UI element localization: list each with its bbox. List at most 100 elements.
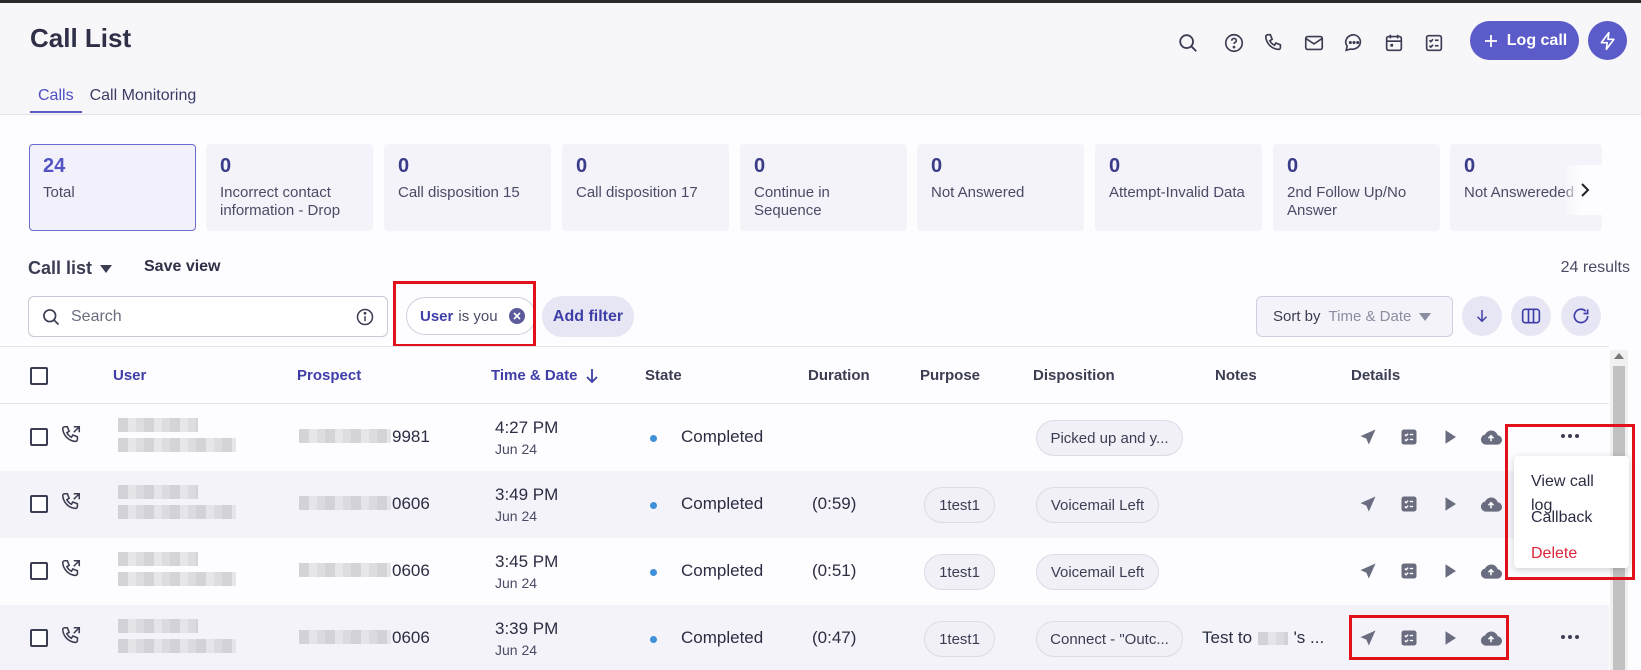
redacted-user-name [118, 418, 198, 432]
send-icon[interactable] [1356, 626, 1380, 650]
plus-icon [1484, 34, 1497, 47]
stats-next-button[interactable] [1565, 165, 1605, 215]
column-header-duration[interactable]: Duration [808, 367, 870, 384]
column-header-prospect[interactable]: Prospect [297, 367, 361, 384]
search-icon [43, 308, 60, 325]
row-checkbox[interactable] [30, 428, 48, 446]
column-header-details[interactable]: Details [1351, 367, 1400, 384]
stat-count: 0 [931, 155, 943, 177]
state-dot [650, 502, 657, 509]
menu-item-view-call-log[interactable]: View call log [1514, 464, 1629, 514]
tab-call-monitoring[interactable]: Call Monitoring [82, 85, 205, 113]
disposition-pill: Connect - "Outc... [1036, 621, 1183, 657]
row-context-menu: View call log Callback Delete [1514, 456, 1629, 568]
search-input[interactable] [71, 307, 341, 326]
sort-direction-button[interactable] [1462, 296, 1502, 336]
task-icon[interactable] [1397, 492, 1421, 516]
column-header-purpose[interactable]: Purpose [920, 367, 980, 384]
stat-tile[interactable]: 0 Not Answered [917, 144, 1084, 231]
stat-tile[interactable]: 0 Continue in Sequence [740, 144, 907, 231]
play-icon[interactable] [1438, 492, 1462, 516]
call-list-selector[interactable]: Call list [28, 258, 113, 279]
chevron-right-icon [1581, 183, 1590, 197]
row-checkbox[interactable] [30, 495, 48, 513]
caret-down-icon [100, 264, 113, 273]
stat-tile[interactable]: 0 Call disposition 15 [384, 144, 551, 231]
stat-label: Continue in Sequence [754, 184, 830, 219]
send-icon[interactable] [1356, 425, 1380, 449]
outbound-call-icon [60, 424, 82, 446]
cloud-upload-icon[interactable] [1479, 626, 1503, 650]
table-row[interactable]: 0606 3:45 PM Jun 24 Completed (0:51) 1te… [0, 538, 1609, 605]
quick-actions-button[interactable] [1588, 21, 1627, 60]
redacted-prospect [299, 630, 391, 644]
disposition-pill: Voicemail Left [1036, 487, 1159, 523]
menu-item-delete[interactable]: Delete [1514, 536, 1629, 572]
column-header-disposition[interactable]: Disposition [1033, 367, 1115, 384]
stat-count: 0 [1287, 155, 1299, 177]
task-icon[interactable] [1397, 626, 1421, 650]
column-header-time-date[interactable]: Time & Date [491, 367, 599, 384]
task-icon[interactable] [1397, 559, 1421, 583]
prospect-number[interactable]: 9981 [392, 427, 430, 447]
send-icon[interactable] [1356, 559, 1380, 583]
play-icon[interactable] [1438, 559, 1462, 583]
stat-label: Total [43, 184, 75, 201]
call-duration: (0:51) [812, 561, 857, 580]
play-icon[interactable] [1438, 626, 1462, 650]
prospect-number[interactable]: 0606 [392, 628, 430, 648]
refresh-button[interactable] [1561, 296, 1601, 336]
cloud-upload-icon[interactable] [1479, 425, 1503, 449]
calendar-icon[interactable] [1374, 27, 1414, 59]
sort-dropdown[interactable]: Sort by Time & Date [1256, 296, 1453, 337]
stat-label: Attempt-Invalid Data [1109, 184, 1245, 201]
row-checkbox[interactable] [30, 562, 48, 580]
stat-tile-total[interactable]: 24 Total [29, 144, 196, 231]
table-row[interactable]: 0606 3:49 PM Jun 24 Completed (0:59) 1te… [0, 471, 1609, 538]
info-icon[interactable] [355, 307, 375, 327]
table-row[interactable]: 9981 4:27 PM Jun 24 Completed Picked up … [0, 404, 1609, 471]
play-icon[interactable] [1438, 425, 1462, 449]
scroll-up-arrow[interactable] [1614, 353, 1624, 359]
remove-filter-icon[interactable] [508, 308, 525, 324]
row-more-button[interactable] [1556, 625, 1584, 649]
select-all-checkbox[interactable] [30, 367, 48, 385]
stat-label: Call disposition 15 [398, 184, 520, 201]
help-icon[interactable] [1214, 27, 1254, 59]
redacted-prospect [299, 429, 391, 443]
results-count: 24 results [1560, 259, 1630, 276]
send-icon[interactable] [1356, 492, 1380, 516]
chat-icon[interactable] [1334, 27, 1374, 59]
cloud-upload-icon[interactable] [1479, 492, 1503, 516]
search-icon[interactable] [1168, 27, 1208, 59]
stat-tile[interactable]: 0 2nd Follow Up/No Answer [1273, 144, 1440, 231]
filter-chip-user[interactable]: User is you [406, 297, 536, 335]
call-date: Jun 24 [495, 575, 538, 591]
state-dot [650, 435, 657, 442]
row-checkbox[interactable] [30, 629, 48, 647]
column-header-notes[interactable]: Notes [1215, 367, 1257, 384]
stat-tile[interactable]: 0 Attempt-Invalid Data [1095, 144, 1262, 231]
lightning-icon [1600, 31, 1615, 50]
mail-icon[interactable] [1294, 27, 1334, 59]
log-call-button[interactable]: Log call [1470, 21, 1579, 60]
stat-tile[interactable]: 0 Incorrect contact information - Drop [206, 144, 373, 231]
purpose-pill: 1test1 [924, 554, 995, 590]
add-filter-button[interactable]: Add filter [542, 296, 634, 337]
task-list-icon[interactable] [1414, 27, 1454, 59]
prospect-number[interactable]: 0606 [392, 561, 430, 581]
stat-tile[interactable]: 0 Call disposition 17 [562, 144, 729, 231]
cloud-upload-icon[interactable] [1479, 559, 1503, 583]
task-icon[interactable] [1397, 425, 1421, 449]
tab-calls[interactable]: Calls [30, 85, 82, 113]
menu-item-callback[interactable]: Callback [1514, 500, 1629, 536]
stat-count: 0 [220, 155, 232, 177]
row-more-button[interactable] [1556, 424, 1584, 448]
phone-icon[interactable] [1254, 27, 1294, 59]
column-header-user[interactable]: User [113, 367, 146, 384]
column-header-state[interactable]: State [645, 367, 682, 384]
table-row[interactable]: 0606 3:39 PM Jun 24 Completed (0:47) 1te… [0, 605, 1609, 670]
columns-button[interactable] [1511, 296, 1551, 336]
save-view-button[interactable]: Save view [144, 258, 221, 276]
prospect-number[interactable]: 0606 [392, 494, 430, 514]
